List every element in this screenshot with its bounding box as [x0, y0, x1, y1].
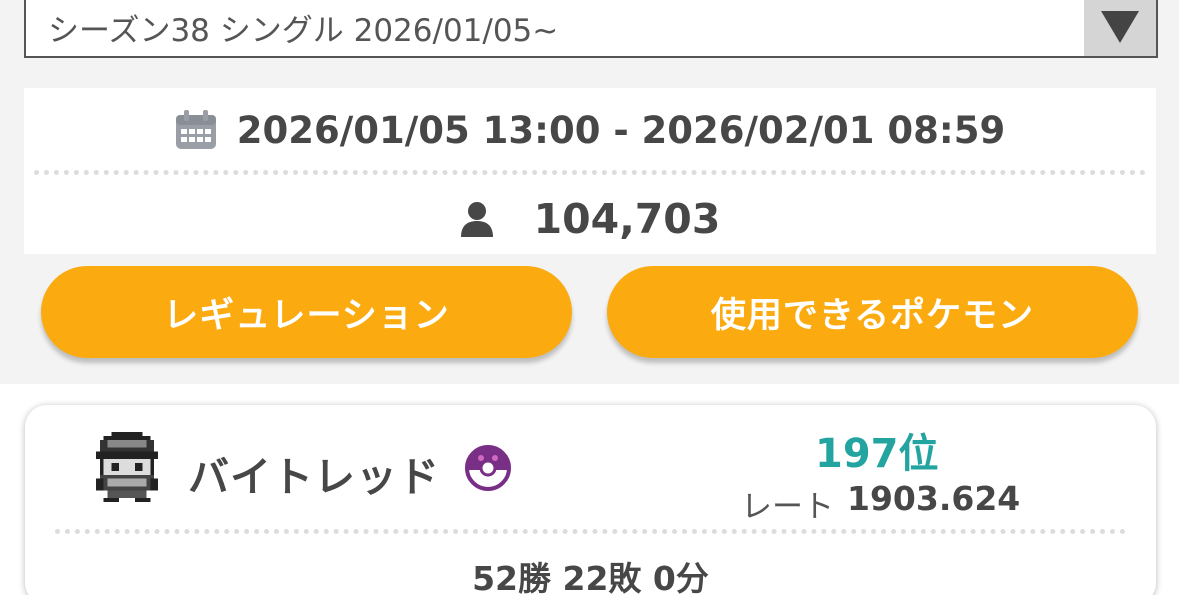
- season-select[interactable]: シーズン38 シングル 2026/01/05~: [24, 0, 1158, 58]
- player-rank: 197位: [815, 431, 939, 477]
- player-count: 104,703: [533, 195, 721, 243]
- regulation-button[interactable]: レギュレーション: [41, 266, 572, 358]
- rate-value: 1903.624: [847, 479, 1021, 518]
- season-period-row: 2026/01/05 13:00 - 2026/02/01 08:59: [24, 106, 1156, 154]
- win-loss-record: 52勝 22敗 0分: [472, 559, 709, 595]
- divider: [34, 170, 1146, 175]
- season-period: 2026/01/05 13:00 - 2026/02/01 08:59: [236, 108, 1006, 152]
- usable-pokemon-button[interactable]: 使用できるポケモン: [607, 266, 1138, 358]
- season-select-value: シーズン38 シングル 2026/01/05~: [48, 12, 559, 49]
- calendar-icon: [175, 110, 216, 149]
- divider: [55, 529, 1126, 534]
- master-ball-icon: [465, 445, 511, 491]
- rate-label: レート: [741, 489, 834, 525]
- season-players-row: 104,703: [24, 195, 1156, 243]
- ranking-player-card[interactable]: バイトレッド 197位 レート 1903.624 52勝 22敗 0分: [25, 405, 1156, 595]
- player-name: バイトレッド: [188, 453, 440, 501]
- triangle-down-icon: [1101, 11, 1139, 43]
- dropdown-toggle[interactable]: [1084, 0, 1156, 56]
- trainer-avatar-icon: [95, 432, 159, 502]
- person-icon: [460, 202, 493, 237]
- season-info-panel: 2026/01/05 13:00 - 2026/02/01 08:59 104,…: [24, 88, 1156, 254]
